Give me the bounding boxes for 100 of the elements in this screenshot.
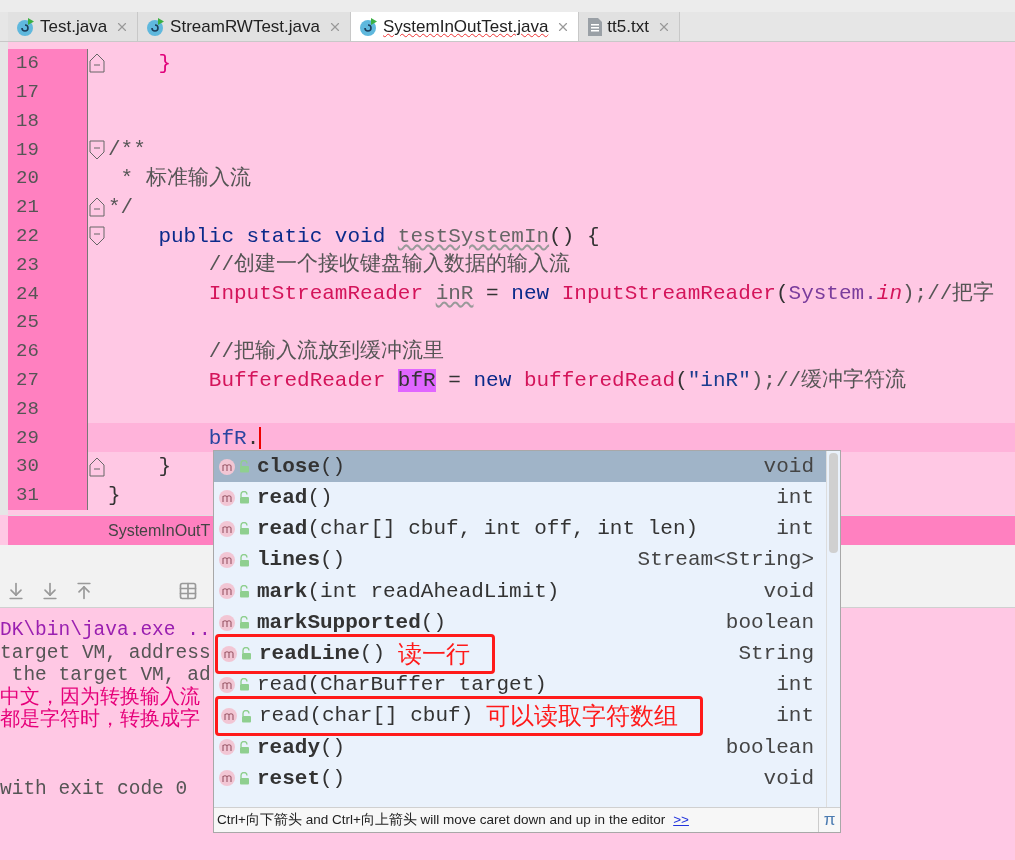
- class-file-icon: [146, 16, 167, 37]
- method-icon: [218, 519, 236, 538]
- method-signature: close(): [257, 453, 346, 480]
- class-file-icon: [359, 16, 379, 37]
- more-link[interactable]: >>: [673, 809, 689, 831]
- editor-tab[interactable]: StreamRWTest.java: [138, 12, 351, 41]
- fold-marker-icon[interactable]: [89, 456, 105, 477]
- code-line: BufferedReader bfR = new bufferedRead("inR");//缓冲字符流: [207, 369, 907, 391]
- lock-icon: [239, 522, 250, 536]
- breadcrumb-item[interactable]: SystemInOutT: [108, 518, 211, 543]
- fold-marker-icon[interactable]: [89, 53, 105, 74]
- editor-tab[interactable]: tt5.txt: [579, 12, 680, 41]
- line-number: 16: [8, 49, 88, 78]
- text-file-icon: [587, 16, 604, 37]
- method-signature: mark(int readAheadLimit): [257, 578, 560, 605]
- tab-label: SystemInOutTest.java: [383, 15, 549, 38]
- method-signature: read(): [257, 485, 333, 512]
- completion-item[interactable]: read() int: [214, 482, 826, 514]
- download-icon[interactable]: [40, 581, 60, 601]
- method-icon: [218, 738, 236, 757]
- line-number: 27: [8, 365, 88, 395]
- lock-icon: [239, 491, 250, 505]
- return-type: void: [763, 765, 814, 792]
- completion-item[interactable]: markSupported() boolean: [214, 606, 826, 639]
- completion-item[interactable]: mark(int readAheadLimit) void: [214, 575, 826, 607]
- pi-button[interactable]: π: [818, 808, 840, 832]
- console-line: DK\bin\java.exe ..: [0, 619, 211, 641]
- editor-tab[interactable]: Test.java: [8, 12, 139, 41]
- return-type: boolean: [725, 734, 814, 761]
- method-icon: [218, 675, 236, 694]
- completion-item[interactable]: read(char[] cbuf) 可以读取字符数组 int: [214, 700, 826, 732]
- class-file-icon: [16, 16, 36, 37]
- code-line: }: [157, 456, 171, 478]
- return-type: int: [776, 672, 814, 699]
- line-number: 26: [8, 336, 88, 366]
- console-line: 中文，因为转换输入流: [0, 686, 200, 709]
- fold-marker-icon[interactable]: [89, 226, 105, 247]
- code-line: //把输入流放到缓冲流里: [207, 340, 445, 362]
- hint-text: Ctrl+向下箭头 and Ctrl+向上箭头 will move caret down and up in the editor: [216, 810, 666, 829]
- tab-label: StreamRWTest.java: [170, 15, 320, 38]
- scrollbar-thumb[interactable]: [829, 453, 838, 553]
- method-icon: [218, 551, 236, 570]
- tab-label: tt5.txt: [607, 15, 649, 38]
- line-number: 29: [8, 423, 88, 453]
- method-icon: [218, 457, 236, 476]
- return-type: boolean: [725, 609, 814, 636]
- console-line: target VM, address: [0, 641, 211, 664]
- line-number: 24: [8, 279, 88, 309]
- lock-icon: [239, 740, 250, 754]
- line-number: 18: [8, 106, 88, 136]
- line-number: 30: [8, 452, 88, 481]
- lock-icon: [239, 584, 250, 598]
- code-line: */: [107, 196, 134, 218]
- completion-item[interactable]: close() void: [214, 451, 826, 483]
- method-signature: read(char[] cbuf): [259, 703, 474, 730]
- code-line: bfR.: [207, 426, 262, 449]
- code-line: }: [157, 52, 171, 74]
- scroll-to-end-icon[interactable]: [6, 581, 26, 601]
- line-number: 23: [8, 250, 88, 280]
- fold-marker-icon[interactable]: [89, 197, 105, 218]
- code-line: }: [107, 484, 121, 506]
- return-type: void: [763, 578, 814, 605]
- method-icon: [218, 488, 236, 507]
- code-line: //创建一个接收键盘输入数据的输入流: [207, 254, 571, 276]
- method-signature: markSupported(): [257, 609, 447, 636]
- console-line: the target VM, ad: [10, 664, 211, 686]
- line-number: 19: [8, 135, 88, 165]
- method-signature: ready(): [257, 734, 346, 761]
- lock-icon: [239, 678, 250, 692]
- editor-tab[interactable]: SystemInOutTest.java: [351, 12, 580, 41]
- return-type: int: [776, 703, 814, 730]
- code-line: public static void testSystemIn() {: [157, 225, 600, 247]
- line-number: 20: [8, 164, 88, 193]
- completion-item[interactable]: ready() boolean: [214, 731, 826, 763]
- tab-label: Test.java: [40, 15, 108, 38]
- table-icon[interactable]: [178, 581, 198, 601]
- method-icon: [218, 582, 236, 601]
- completion-item[interactable]: read(char[] cbuf, int off, int len) int: [214, 513, 826, 545]
- completion-item[interactable]: reset() void: [214, 762, 826, 795]
- line-number: 25: [8, 308, 88, 337]
- line-number: 28: [8, 394, 88, 424]
- upload-icon[interactable]: [74, 581, 94, 601]
- completion-item[interactable]: read(CharBuffer target) int: [214, 669, 826, 701]
- method-signature: lines(): [257, 547, 346, 574]
- return-type: int: [776, 485, 814, 512]
- method-signature: readLine(): [259, 640, 386, 667]
- lock-icon: [239, 460, 250, 474]
- method-icon: [220, 707, 238, 726]
- return-type: String: [738, 640, 814, 667]
- code-line: /**: [107, 139, 146, 161]
- return-type: int: [776, 516, 814, 543]
- lock-icon: [239, 616, 250, 630]
- return-type: Stream<String>: [637, 547, 814, 574]
- console-line: 都是字符时，转换成字: [0, 709, 200, 731]
- fold-marker-icon[interactable]: [89, 139, 105, 160]
- method-signature: reset(): [257, 765, 346, 792]
- lock-icon: [239, 771, 250, 785]
- lock-icon: [241, 647, 252, 661]
- completion-item[interactable]: readLine() 读一行 String: [214, 638, 826, 670]
- text-caret: [259, 426, 262, 449]
